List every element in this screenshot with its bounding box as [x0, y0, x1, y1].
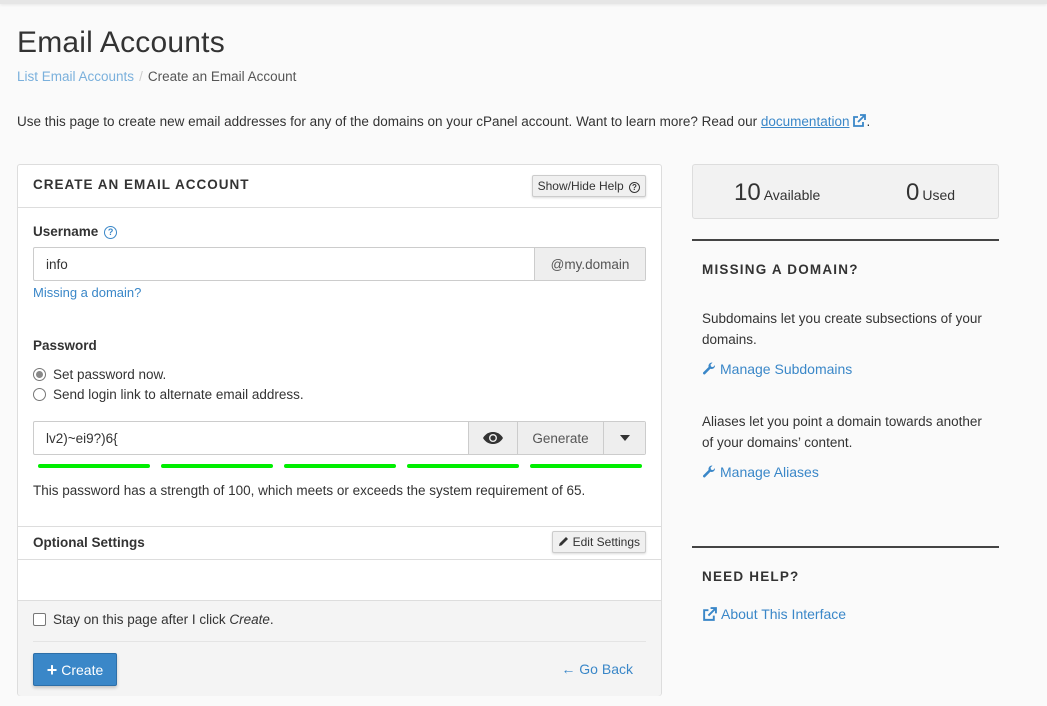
subdomains-description: Subdomains let you create subsections of…	[702, 311, 982, 347]
email-account-stats: 10 Available 0 Used	[692, 164, 999, 219]
password-input[interactable]	[34, 422, 468, 454]
password-strength-text: This password has a strength of 100, whi…	[33, 483, 586, 498]
sidebar-divider	[692, 546, 999, 548]
intro-text: Use this page to create new email addres…	[17, 114, 870, 131]
edit-settings-button[interactable]: Edit Settings	[552, 531, 646, 553]
available-count: 10	[734, 179, 761, 206]
create-button-label: Create	[61, 661, 104, 678]
radio-send-login-label: Send login link to alternate email addre…	[53, 387, 304, 402]
optional-settings-label: Optional Settings	[33, 535, 145, 550]
available-label: Available	[763, 187, 821, 203]
password-field: Generate	[33, 421, 646, 455]
strength-segment	[161, 464, 273, 468]
form-footer: Stay on this page after I click Create. …	[18, 600, 661, 696]
about-this-interface-label: About This Interface	[721, 606, 847, 622]
page-title: Email Accounts	[17, 26, 225, 59]
arrow-left-icon: ←	[561, 661, 576, 677]
missing-domain-link[interactable]: Missing a domain?	[33, 285, 141, 300]
strength-segment	[530, 464, 642, 468]
username-field: @my.domain	[33, 247, 646, 281]
intro-suffix: .	[866, 114, 871, 129]
used-count: 0	[906, 179, 920, 206]
breadcrumb-separator: /	[139, 69, 143, 84]
create-email-panel: CREATE AN EMAIL ACCOUNT Show/Hide Help ?…	[17, 164, 662, 696]
eye-icon	[483, 432, 503, 444]
domain-addon: @my.domain	[534, 248, 645, 280]
username-help-icon[interactable]: ?	[104, 226, 118, 239]
pencil-icon	[559, 537, 569, 546]
go-back-link[interactable]: ← Go Back	[561, 661, 633, 677]
radio-set-password-now[interactable]: Set password now.	[33, 367, 166, 382]
manage-aliases-label: Manage Aliases	[720, 464, 819, 480]
caret-down-icon	[619, 435, 630, 441]
radio-set-password-label: Set password now.	[53, 367, 167, 382]
intro-body: Use this page to create new email addres…	[17, 114, 761, 129]
external-link-icon	[703, 606, 717, 621]
strength-segment	[38, 464, 150, 468]
radio-button-checked[interactable]	[33, 368, 46, 381]
manage-subdomains-link[interactable]: Manage Subdomains	[702, 361, 852, 377]
radio-send-login-link[interactable]: Send login link to alternate email addre…	[33, 387, 304, 402]
about-this-interface-link[interactable]: About This Interface	[702, 606, 846, 622]
username-label-text: Username	[33, 224, 99, 239]
password-strength-meter	[38, 464, 642, 468]
go-back-label: Go Back	[579, 661, 633, 677]
toggle-password-visibility-button[interactable]	[468, 422, 517, 454]
panel-heading: CREATE AN EMAIL ACCOUNT Show/Hide Help ?	[18, 165, 661, 208]
missing-domain-heading: MISSING A DOMAIN?	[702, 262, 859, 277]
manage-aliases-link[interactable]: Manage Aliases	[702, 464, 819, 480]
strength-segment	[407, 464, 519, 468]
sidebar-divider	[692, 239, 999, 241]
external-link-icon	[852, 114, 867, 131]
stay-on-page-label: Stay on this page after I click Create.	[53, 612, 274, 627]
need-help-heading: NEED HELP?	[702, 569, 800, 584]
plus-icon: +	[46, 659, 58, 680]
username-label: Username ?	[33, 224, 118, 239]
show-hide-help-button[interactable]: Show/Hide Help ?	[531, 175, 646, 197]
stay-on-page-checkbox[interactable]	[33, 613, 46, 626]
password-label: Password	[33, 338, 97, 353]
username-input[interactable]	[34, 248, 534, 280]
edit-settings-label: Edit Settings	[572, 535, 640, 549]
aliases-description: Aliases let you point a domain towards a…	[702, 414, 982, 450]
strength-segment	[284, 464, 396, 468]
stay-on-page-option[interactable]: Stay on this page after I click Create.	[33, 612, 274, 627]
show-hide-help-label: Show/Hide Help	[537, 179, 624, 193]
breadcrumb: List Email Accounts / Create an Email Acco…	[17, 69, 296, 84]
stat-used: 0 Used	[906, 179, 955, 207]
question-circle-icon: ?	[629, 182, 640, 193]
generate-password-button[interactable]: Generate	[517, 422, 603, 454]
breadcrumb-current: Create an Email Account	[147, 69, 297, 84]
wrench-icon	[702, 465, 715, 478]
footer-divider	[33, 641, 646, 642]
top-bar	[0, 0, 1047, 4]
used-label: Used	[922, 187, 956, 203]
wrench-icon	[702, 362, 715, 375]
breadcrumb-list-email-accounts[interactable]: List Email Accounts	[17, 69, 134, 84]
stat-available: 10 Available	[734, 179, 820, 207]
optional-settings-section: Optional Settings Edit Settings	[18, 526, 661, 560]
radio-button-unchecked[interactable]	[33, 388, 46, 401]
generate-options-dropdown[interactable]	[603, 422, 645, 454]
documentation-link-label: documentation	[760, 114, 850, 129]
create-button[interactable]: + Create	[33, 653, 117, 686]
manage-subdomains-label: Manage Subdomains	[720, 361, 853, 377]
panel-title: CREATE AN EMAIL ACCOUNT	[33, 177, 250, 192]
documentation-link[interactable]: documentation	[761, 114, 867, 129]
